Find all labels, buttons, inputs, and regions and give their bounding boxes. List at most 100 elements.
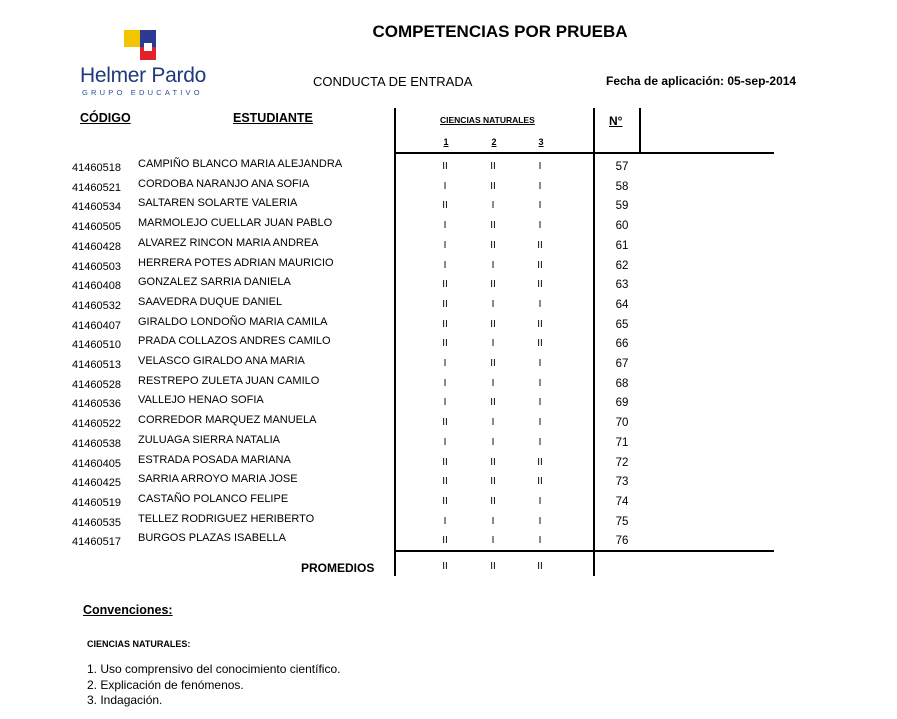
competency-2-level: II bbox=[490, 397, 496, 409]
competency-1-level: I bbox=[443, 397, 447, 409]
competency-3-level: I bbox=[538, 298, 542, 310]
student-name: SAAVEDRA DUQUE DANIEL bbox=[138, 295, 283, 308]
table-row: 41460513 VELASCO GIRALDO ANA MARIA I II I 67 bbox=[0, 355, 897, 375]
student-code: 41460505 bbox=[72, 221, 121, 234]
column-header-area: CIENCIAS NATURALES bbox=[440, 115, 535, 125]
student-name: GONZALEZ SARRIA DANIELA bbox=[138, 276, 291, 289]
competency-2-level: II bbox=[490, 476, 496, 488]
table-row: 41460521 CORDOBA NARANJO ANA SOFIA I II I 58 bbox=[0, 178, 897, 198]
average-value-2: II bbox=[490, 561, 496, 572]
student-name: HERRERA POTES ADRIAN MAURICIO bbox=[138, 256, 334, 269]
student-number: 72 bbox=[615, 456, 629, 469]
student-number: 63 bbox=[615, 279, 629, 292]
competency-2-level: I bbox=[491, 298, 495, 310]
student-name: VELASCO GIRALDO ANA MARIA bbox=[138, 355, 305, 367]
competency-1-level: II bbox=[442, 476, 448, 488]
column-subheader-2: 2 bbox=[491, 137, 497, 147]
student-code: 41460405 bbox=[72, 457, 121, 470]
student-number: 76 bbox=[615, 535, 629, 548]
competency-1-level: II bbox=[442, 298, 448, 310]
competency-3-level: I bbox=[538, 535, 542, 547]
table-row: 41460528 RESTREPO ZULETA JUAN CAMILO I I I 68 bbox=[0, 375, 897, 395]
student-name: CORREDOR MARQUEZ MANUELA bbox=[138, 414, 317, 427]
competency-3-level: I bbox=[538, 436, 542, 448]
competency-1-level: I bbox=[443, 515, 447, 527]
competency-3-level: II bbox=[537, 239, 543, 251]
competency-2-level: I bbox=[491, 436, 495, 448]
student-name: TELLEZ RODRIGUEZ HERIBERTO bbox=[138, 512, 315, 525]
competency-3-level: I bbox=[538, 417, 542, 429]
competency-2-level: II bbox=[490, 239, 496, 251]
convention-item-1: 1. Uso comprensivo del conocimiento cien… bbox=[87, 662, 341, 676]
competency-2-level: I bbox=[491, 417, 495, 429]
student-number: 64 bbox=[615, 298, 629, 311]
column-header-student: ESTUDIANTE bbox=[233, 111, 313, 125]
student-code: 41460535 bbox=[72, 516, 121, 529]
table-row: 41460519 CASTAÑO POLANCO FELIPE II II I 74 bbox=[0, 493, 897, 513]
competency-2-level: I bbox=[491, 377, 495, 389]
student-name: GIRALDO LONDOÑO MARIA CAMILA bbox=[138, 315, 328, 328]
competency-2-level: II bbox=[490, 279, 496, 291]
table-row: 41460428 ALVAREZ RINCON MARIA ANDREA I II II… bbox=[0, 237, 897, 257]
competency-1-level: I bbox=[443, 220, 447, 232]
average-value-1: II bbox=[442, 561, 448, 572]
competency-1-level: II bbox=[442, 161, 448, 172]
student-number: 66 bbox=[615, 338, 629, 351]
competency-2-level: II bbox=[490, 161, 496, 172]
table-row: 41460534 SALTAREN SOLARTE VALERIA II I I 59 bbox=[0, 197, 897, 217]
application-date: Fecha de aplicación: 05-sep-2014 bbox=[606, 74, 797, 88]
competency-1-level: II bbox=[442, 279, 448, 291]
competency-2-level: II bbox=[490, 180, 496, 192]
student-number: 67 bbox=[615, 358, 629, 370]
conventions-area: CIENCIAS NATURALES: bbox=[87, 639, 191, 649]
competency-3-level: II bbox=[537, 318, 543, 330]
competency-2-level: II bbox=[490, 358, 496, 369]
student-number: 60 bbox=[615, 220, 629, 233]
table-row: 41460518 CAMPIÑO BLANCO MARIA ALEJANDRA II… bbox=[0, 158, 897, 178]
competency-2-level: II bbox=[490, 495, 496, 507]
competency-2-level: I bbox=[491, 259, 495, 271]
student-code: 41460510 bbox=[72, 339, 121, 352]
table-row: 41460510 PRADA COLLAZOS ANDRES CAMILO II I I… bbox=[0, 335, 897, 355]
competency-3-level: II bbox=[537, 259, 543, 271]
competency-3-level: I bbox=[538, 200, 542, 212]
student-code: 41460518 bbox=[72, 162, 121, 174]
table-row: 41460517 BURGOS PLAZAS ISABELLA II I I 76 bbox=[0, 532, 897, 552]
brand-name: Helmer Pardo bbox=[80, 64, 206, 87]
competency-3-level: I bbox=[538, 377, 542, 389]
convention-item-3: 3. Indagación. bbox=[87, 693, 163, 707]
student-code: 41460425 bbox=[72, 477, 121, 490]
student-number: 61 bbox=[615, 239, 629, 252]
test-subtitle: CONDUCTA DE ENTRADA bbox=[313, 74, 473, 89]
competency-1-level: I bbox=[443, 180, 447, 192]
table-row: 41460425 SARRIA ARROYO MARIA JOSE II II II 73 bbox=[0, 473, 897, 493]
table-row: 41460503 HERRERA POTES ADRIAN MAURICIO I I I… bbox=[0, 257, 897, 277]
student-name: SALTAREN SOLARTE VALERIA bbox=[138, 197, 298, 210]
brand-subtitle: GRUPO EDUCATIVO bbox=[82, 88, 203, 97]
competency-3-level: I bbox=[538, 358, 542, 369]
competency-3-level: I bbox=[538, 220, 542, 232]
logo-yellow-square bbox=[124, 30, 140, 47]
competency-1-level: II bbox=[442, 495, 448, 507]
student-name: SARRIA ARROYO MARIA JOSE bbox=[138, 473, 298, 486]
student-name: VALLEJO HENAO SOFIA bbox=[138, 394, 264, 407]
competency-1-level: II bbox=[442, 338, 448, 350]
student-number: 73 bbox=[615, 476, 629, 489]
student-number: 59 bbox=[615, 200, 629, 213]
student-name: PRADA COLLAZOS ANDRES CAMILO bbox=[138, 335, 331, 348]
table-row: 41460522 CORREDOR MARQUEZ MANUELA II I I 70 bbox=[0, 414, 897, 434]
competency-1-level: II bbox=[442, 417, 448, 429]
student-name: MARMOLEJO CUELLAR JUAN PABLO bbox=[138, 217, 333, 230]
competency-3-level: II bbox=[537, 279, 543, 291]
column-header-code: CÓDIGO bbox=[80, 111, 131, 125]
competency-2-level: II bbox=[490, 318, 496, 330]
column-subheader-1: 1 bbox=[443, 137, 449, 147]
competency-3-level: I bbox=[538, 397, 542, 409]
competency-2-level: I bbox=[491, 535, 495, 547]
competency-3-level: I bbox=[538, 161, 542, 172]
student-name: BURGOS PLAZAS ISABELLA bbox=[138, 532, 286, 545]
competency-3-level: I bbox=[538, 515, 542, 527]
logo-white-notch bbox=[144, 43, 152, 51]
student-name: RESTREPO ZULETA JUAN CAMILO bbox=[138, 374, 320, 387]
competency-3-level: II bbox=[537, 456, 543, 468]
